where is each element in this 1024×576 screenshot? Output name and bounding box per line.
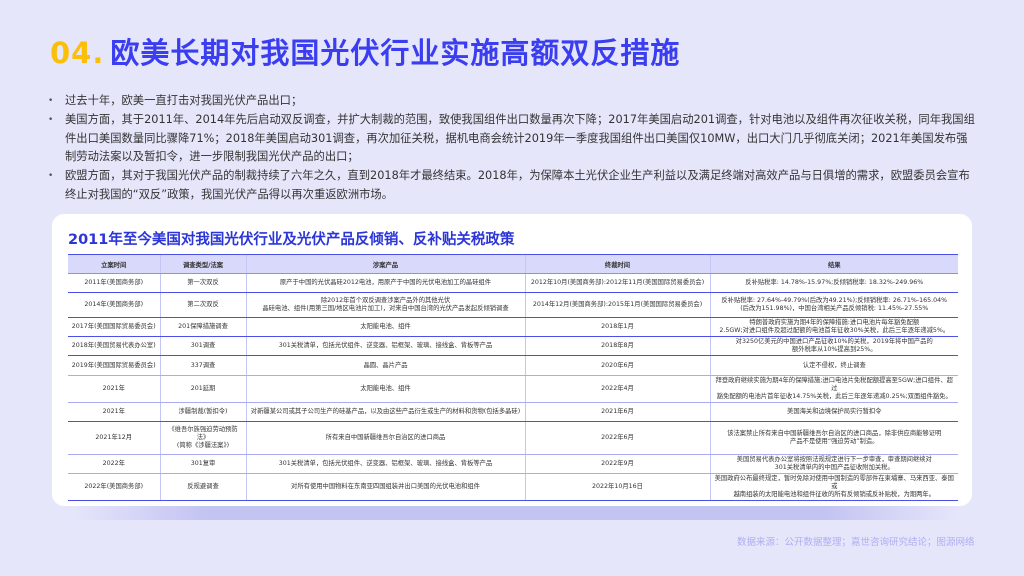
table-cell: 337调查 — [159, 355, 246, 376]
table-cell: 2022年9月 — [524, 454, 710, 474]
table-cell: 特朗普政府实施为期4年的保障措施:进口电池片每年豁免配额 2.5GW;对进口组件… — [709, 317, 958, 337]
table-cell: 2014年(美国商务部) — [68, 292, 160, 318]
column-header: 终裁时间 — [524, 254, 710, 274]
table-row: 2022年 301复审 301关税清单，包括光伏组件、逆变器、铝框架、玻璃、接线盒、… — [68, 454, 958, 474]
table-cell: 对所有使用中国物料在东南亚四国组装并出口美国的光伏电池和组件 — [245, 473, 525, 501]
table-title: 2011年至今美国对我国光伏行业及光伏产品反倾销、反补贴关税政策 — [68, 232, 515, 248]
table-cell: 涉疆制裁(暂扣令) — [159, 402, 246, 422]
table-cell: 除2012年首个双反调查涉案产品外的其他光伏 晶硅电池、组件(用第三国/地区电池… — [245, 292, 525, 318]
table-row: 2011年(美国商务部) 第一次双反 原产于中国的光伏晶硅2012电池，用原产于中国… — [68, 273, 958, 293]
bullet-item: 过去十年，欧美一直打击对我国光伏产品出口； — [48, 92, 978, 111]
table-cell: 2018年8月 — [524, 336, 710, 356]
bullet-item: 欧盟方面，其对于我国光伏产品的制裁持续了六年之久，直到2018年才最终结束。20… — [48, 167, 978, 205]
table-cell: 认定不侵权，终止调查 — [709, 355, 958, 376]
policy-table: 立案时间 调查类型/法案 涉案产品 终裁时间 结果 2011年(美国商务部) 第一次双反原… — [68, 254, 958, 501]
table-cell: 2021年6月 — [524, 402, 710, 422]
section-number: 04. — [50, 36, 105, 70]
title-text: 欧美长期对我国光伏行业实施高额双反措施 — [110, 36, 681, 70]
table-cell: 301关税清单，包括光伏组件、逆变器、铝框架、玻璃、接线盒、背板等产品 — [245, 454, 525, 474]
table-row: 2021年12月 《维吾尔族强迫劳动预防法》 (简称《涉疆法案》) 所有来自中国新疆… — [68, 421, 958, 455]
table-cell: 2019年(美国国际贸易委员会) — [68, 355, 160, 376]
bullet-list: 过去十年，欧美一直打击对我国光伏产品出口； 美国方面，其于2011年、2014年… — [48, 92, 978, 205]
table-row: 2014年(美国商务部) 第二次双反 除2012年首个双反调查涉案产品外的其他光伏 … — [68, 292, 958, 318]
table-cell: 原产于中国的光伏晶硅2012电池，用原产于中国的光伏电池加工的晶硅组件 — [245, 273, 525, 293]
table-cell: 2021年 — [68, 375, 160, 403]
table-row: 2018年(美国贸易代表办公室) 301调查 301关税清单，包括光伏组件、逆变器、… — [68, 336, 958, 356]
table-cell: 该法案禁止所有来自中国新疆维吾尔自治区的进口商品，除非供应商能够证明 产品不是使… — [709, 421, 958, 455]
column-header: 立案时间 — [68, 254, 160, 274]
table-cell: 太阳能电池、组件 — [245, 375, 525, 403]
table-cell: 301关税清单，包括光伏组件、逆变器、铝框架、玻璃、接线盒、背板等产品 — [245, 336, 525, 356]
table-cell: 反补贴税率: 14.78%-15.97%;反倾销税率: 18.32%-249.9… — [709, 273, 958, 293]
table-cell: 《维吾尔族强迫劳动预防法》 (简称《涉疆法案》) — [159, 421, 246, 455]
table-cell: 301调查 — [159, 336, 246, 356]
table-cell: 2021年12月 — [68, 421, 160, 455]
table-cell: 2018年(美国贸易代表办公室) — [68, 336, 160, 356]
table-cell: 2011年(美国商务部) — [68, 273, 160, 293]
table-cell: 所有来自中国新疆维吾尔自治区的进口商品 — [245, 421, 525, 455]
table-row: 2017年(美国国际贸易委员会) 201保障措施调查 太阳能电池、组件 2018年1月… — [68, 317, 958, 337]
table-cell: 晶圆、晶片产品 — [245, 355, 525, 376]
bullet-item: 美国方面，其于2011年、2014年先后启动双反调查，并扩大制裁的范围，致使我国… — [48, 111, 978, 167]
table-cell: 2022年6月 — [524, 421, 710, 455]
table-row: 2019年(美国国际贸易委员会) 337调查 晶圆、晶片产品 2020年6月 认定不侵权… — [68, 355, 958, 376]
table-cell: 301复审 — [159, 454, 246, 474]
table-cell: 201保障措施调查 — [159, 317, 246, 337]
column-header: 调查类型/法案 — [159, 254, 246, 274]
table-cell: 2020年6月 — [524, 355, 710, 376]
table-cell: 美国政府公布最终规定，暂时免除对使用中国制造的零部件在柬埔寨、马来西亚、泰国或 … — [709, 473, 958, 501]
table-cell: 2017年(美国国际贸易委员会) — [68, 317, 160, 337]
table-cell: 反补贴税率: 27.64%-49.79%(后改为49.21%);反倾销税率: 2… — [709, 292, 958, 318]
table-cell: 太阳能电池、组件 — [245, 317, 525, 337]
page-title: 04. 欧美长期对我国光伏行业实施高额双反措施 — [50, 30, 680, 72]
table-cell: 2014年12月(美国商务部):2015年1月(美国国际贸易委员会) — [524, 292, 710, 318]
table-cell: 美国贸易代表办公室将按照法规规定进行下一步审查，审查期间继续对 301关税清单内… — [709, 454, 958, 474]
table-cell: 201延期 — [159, 375, 246, 403]
table-cell: 2022年4月 — [524, 375, 710, 403]
table-row: 2021年 涉疆制裁(暂扣令) 对新疆某公司或其子公司生产的硅基产品，以及由这些产品… — [68, 402, 958, 422]
table-cell: 2022年10月16日 — [524, 473, 710, 501]
data-source: 数据来源：公开数据整理；嘉世咨询研究结论；图源网络 — [737, 537, 975, 548]
table-cell: 拜登政府继续实施为期4年的保障措施;进口电池片免税配额提高至5GW;进口组件、超… — [709, 375, 958, 403]
table-cell: 2022年(美国商务部) — [68, 473, 160, 501]
table-cell: 第二次双反 — [159, 292, 246, 318]
table-cell: 美国海关和边境保护局实行暂扣令 — [709, 402, 958, 422]
column-header: 结果 — [709, 254, 958, 274]
table-row: 2022年(美国商务部) 反规避调查 对所有使用中国物料在东南亚四国组装并出口美国的… — [68, 473, 958, 501]
table-cell: 2021年 — [68, 402, 160, 422]
table-cell: 对新疆某公司或其子公司生产的硅基产品，以及由这些产品衍生或生产的材料和货物(包括… — [245, 402, 525, 422]
table-cell: 反规避调查 — [159, 473, 246, 501]
table-row: 2021年 201延期 太阳能电池、组件 2022年4月 拜登政府继续实施为期4年的保障… — [68, 375, 958, 403]
table-card: 2011年至今美国对我国光伏行业及光伏产品反倾销、反补贴关税政策 立案时间 调查类… — [52, 214, 972, 506]
table-cell: 2018年1月 — [524, 317, 710, 337]
table-cell: 2022年 — [68, 454, 160, 474]
table-cell: 对3250亿美元的中国进口产品征收10%的关税，2019年将中国产品的 额外税率… — [709, 336, 958, 356]
column-header: 涉案产品 — [245, 254, 525, 274]
table-cell: 第一次双反 — [159, 273, 246, 293]
table-cell: 2012年10月(美国商务部):2012年11月(美国国际贸易委员会) — [524, 273, 710, 293]
